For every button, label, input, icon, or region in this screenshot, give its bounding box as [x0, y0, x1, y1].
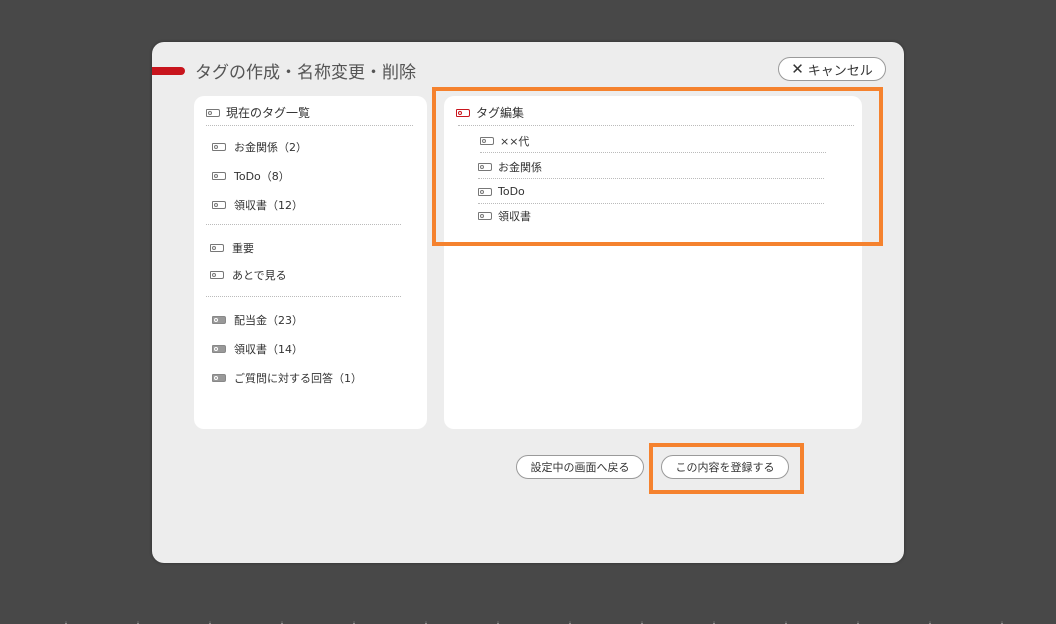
tag-edit-item-label: ToDo [498, 185, 525, 198]
tag-icon [480, 136, 494, 145]
tag-edit-heading-label: タグ編集 [476, 106, 525, 120]
tag-edit-item-label: お金関係 [498, 160, 542, 174]
tag-icon [206, 108, 220, 117]
shared-tag-icon [212, 316, 226, 324]
list-item[interactable]: 重要 [210, 240, 254, 256]
list-item-label: 配当金（23） [234, 314, 303, 327]
current-tag-list-panel: 現在のタグ一覧 お金関係（2） ToDo（8） 領収書（12） 重要 あとで見る… [194, 96, 427, 429]
list-item[interactable]: 領収書（14） [212, 341, 303, 357]
list-item[interactable]: 領収書（12） [212, 197, 303, 213]
tag-icon [212, 143, 226, 151]
divider [206, 125, 413, 126]
tag-icon [212, 201, 226, 209]
tag-red-icon [456, 108, 470, 117]
tag-icon [478, 162, 492, 171]
list-item-label: ToDo（8） [234, 170, 290, 183]
tag-edit-item[interactable]: ××代 [480, 129, 826, 153]
tag-edit-item[interactable]: 領収書 [478, 204, 824, 228]
tag-edit-panel: タグ編集 ××代 お金関係 ToDo 領収書 [444, 96, 862, 429]
list-item[interactable]: ご質問に対する回答（1） [212, 370, 362, 386]
register-button-label: この内容を登録する [675, 461, 775, 474]
divider [206, 296, 401, 297]
list-item[interactable]: あとで見る [210, 267, 287, 283]
current-tag-list-heading-label: 現在のタグ一覧 [226, 106, 311, 120]
dialog-title: タグの作成・名称変更・削除 [195, 63, 416, 83]
shared-tag-icon [212, 374, 226, 382]
list-item-label: 領収書（14） [234, 343, 303, 356]
tag-icon [478, 212, 492, 220]
list-item[interactable]: 配当金（23） [212, 312, 303, 328]
list-item-label: ご質問に対する回答（1） [234, 372, 362, 385]
close-x-icon: ✕ [791, 60, 804, 78]
shared-tag-icon [212, 345, 226, 353]
current-tag-list-heading: 現在のタグ一覧 [206, 104, 310, 121]
cancel-button-label: キャンセル [807, 63, 873, 79]
tag-icon [212, 172, 226, 180]
tag-edit-item-label: ××代 [500, 134, 530, 148]
divider [458, 125, 854, 126]
list-item-label: お金関係（2） [234, 141, 307, 154]
tag-icon [210, 244, 224, 252]
tag-management-dialog: タグの作成・名称変更・削除 ✕ キャンセル 現在のタグ一覧 お金関係（2） To… [152, 42, 904, 563]
divider [206, 224, 401, 225]
tag-edit-item[interactable]: ToDo [478, 180, 824, 204]
tag-icon [478, 187, 492, 196]
tag-edit-item[interactable]: お金関係 [478, 155, 824, 179]
list-item-label: あとで見る [232, 269, 287, 282]
cancel-button[interactable]: ✕ キャンセル [778, 57, 886, 81]
tag-edit-heading: タグ編集 [456, 104, 524, 121]
back-to-settings-button[interactable]: 設定中の画面へ戻る [516, 455, 644, 479]
title-accent-bar [152, 67, 185, 75]
register-button[interactable]: この内容を登録する [661, 455, 789, 479]
list-item-label: 領収書（12） [234, 199, 303, 212]
list-item[interactable]: ToDo（8） [212, 168, 290, 184]
tag-edit-item-label: 領収書 [498, 210, 531, 223]
list-item[interactable]: お金関係（2） [212, 139, 307, 155]
back-to-settings-button-label: 設定中の画面へ戻る [530, 461, 630, 474]
list-item-label: 重要 [232, 242, 254, 255]
tag-icon [210, 271, 224, 279]
